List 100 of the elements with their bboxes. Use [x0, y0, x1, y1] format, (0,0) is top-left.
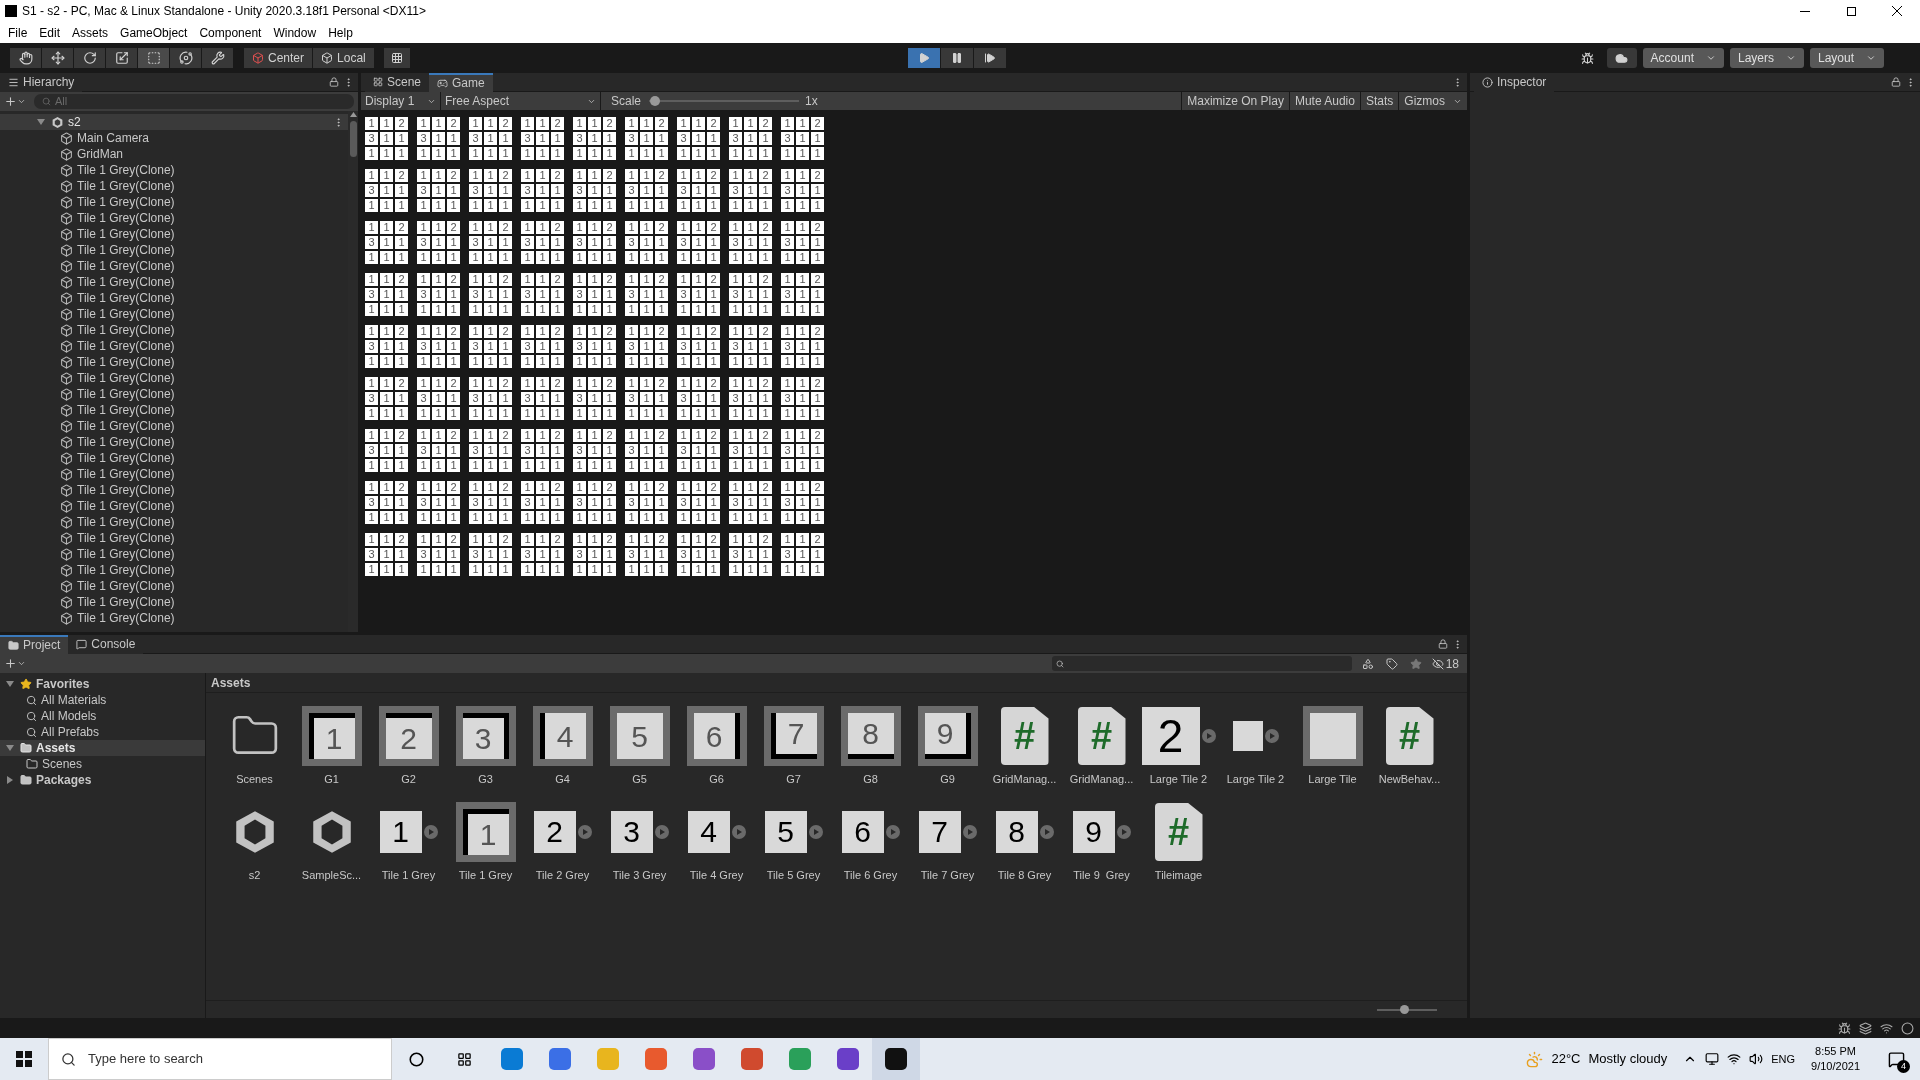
game-toggle-button[interactable]: Stats [1359, 92, 1399, 110]
asset-label[interactable]: Tile 9 Grey [1073, 867, 1130, 884]
asset-label[interactable]: Large Tile 2 [1149, 771, 1208, 788]
hierarchy-item[interactable]: Tile 1 Grey(Clone) [0, 482, 175, 498]
asset-label[interactable]: Large Tile [1308, 771, 1357, 788]
project-tree-item[interactable]: Assets [0, 740, 205, 756]
hierarchy-item[interactable]: Tile 1 Grey(Clone) [0, 450, 175, 466]
hierarchy-item[interactable]: Tile 1 Grey(Clone) [0, 274, 175, 290]
hierarchy-item[interactable]: Tile 1 Grey(Clone) [0, 434, 175, 450]
game-toggle-button[interactable]: Mute Audio [1288, 92, 1360, 110]
asset-label[interactable]: Tile 1 Grey [458, 867, 513, 884]
layout-dropdown[interactable]: Layout [1810, 48, 1885, 68]
account-dropdown[interactable]: Account [1642, 48, 1724, 68]
expanded-caret-icon[interactable] [6, 680, 14, 688]
asset-label[interactable]: G6 [709, 771, 724, 788]
hierarchy-item[interactable]: Tile 1 Grey(Clone) [0, 386, 175, 402]
hierarchy-item[interactable]: Tile 1 Grey(Clone) [0, 418, 175, 434]
hierarchy-item[interactable]: Tile 1 Grey(Clone) [0, 258, 175, 274]
asset-label[interactable]: GridManag... [992, 771, 1057, 788]
hierarchy-item[interactable]: Tile 1 Grey(Clone) [0, 370, 175, 386]
asset-label[interactable]: Tile 2 Grey [535, 867, 590, 884]
cloud-button[interactable] [1606, 48, 1637, 68]
custom-tool-button[interactable] [202, 48, 234, 68]
hierarchy-item[interactable]: Tile 1 Grey(Clone) [0, 194, 175, 210]
asset-label[interactable]: G8 [863, 771, 878, 788]
hierarchy-item[interactable]: Tile 1 Grey(Clone) [0, 354, 175, 370]
expanded-caret-icon[interactable] [37, 118, 45, 126]
menu-item[interactable]: Assets [66, 22, 115, 43]
layers-dropdown[interactable]: Layers [1729, 48, 1804, 68]
hierarchy-item[interactable]: Tile 1 Grey(Clone) [0, 594, 175, 610]
play-button[interactable] [907, 48, 940, 68]
asset-label[interactable]: Scenes [236, 771, 273, 788]
scrollbar-thumb[interactable] [349, 121, 357, 157]
step-button[interactable] [973, 48, 1006, 68]
asset-label[interactable]: s2 [248, 867, 261, 884]
menu-item[interactable]: Edit [33, 22, 67, 43]
hierarchy-item[interactable]: Tile 1 Grey(Clone) [0, 178, 175, 194]
hierarchy-item[interactable]: Tile 1 Grey(Clone) [0, 610, 175, 626]
pivot-local-button[interactable]: Local [313, 48, 374, 68]
scale-slider[interactable] [649, 95, 800, 107]
hierarchy-item[interactable]: GridMan [0, 146, 123, 162]
asset-label[interactable]: Tile 5 Grey [766, 867, 821, 884]
breadcrumb[interactable]: Assets [211, 673, 251, 692]
asset-label[interactable]: NewBehav... [1378, 771, 1441, 788]
hierarchy-item[interactable]: Tile 1 Grey(Clone) [0, 242, 175, 258]
move-tool-button[interactable] [42, 48, 74, 68]
hierarchy-item[interactable]: Tile 1 Grey(Clone) [0, 210, 175, 226]
slider-thumb[interactable] [1400, 1005, 1409, 1014]
rotate-tool-button[interactable] [74, 48, 106, 68]
project-tree-item[interactable]: All Materials [0, 692, 205, 708]
project-tree-item[interactable]: Packages [0, 772, 205, 788]
hierarchy-item[interactable]: Tile 1 Grey(Clone) [0, 562, 175, 578]
scale-tool-button[interactable] [106, 48, 138, 68]
scene-row[interactable]: s2 [0, 114, 348, 130]
asset-label[interactable]: Tile 8 Grey [997, 867, 1052, 884]
hierarchy-item[interactable]: Tile 1 Grey(Clone) [0, 402, 175, 418]
asset-label[interactable]: SampleSc... [301, 867, 362, 884]
asset-label[interactable]: G7 [786, 771, 801, 788]
menu-item[interactable]: GameObject [114, 22, 194, 43]
project-tree-item[interactable]: Favorites [0, 676, 205, 692]
project-tree-item[interactable]: Scenes [0, 756, 205, 772]
clock-time[interactable]: 8:55 PM [1815, 1044, 1856, 1059]
project-tree-item[interactable]: All Models [0, 708, 205, 724]
search-field[interactable] [1051, 656, 1352, 671]
pivot-center-button[interactable]: Center [244, 48, 313, 68]
clock-date[interactable]: 9/10/2021 [1811, 1059, 1860, 1074]
asset-label[interactable]: G3 [478, 771, 493, 788]
scroll-up-arrow-icon[interactable] [349, 112, 357, 117]
asset-label[interactable]: G9 [940, 771, 955, 788]
language-indicator[interactable]: ENG [1771, 1050, 1796, 1068]
icon-size-slider[interactable] [1377, 1004, 1437, 1015]
hierarchy-item[interactable]: Tile 1 Grey(Clone) [0, 290, 175, 306]
hierarchy-item[interactable]: Tile 1 Grey(Clone) [0, 546, 175, 562]
taskbar-app-button[interactable] [872, 1038, 920, 1080]
hidden-packages-button[interactable]: 18 [1427, 654, 1463, 673]
hierarchy-item[interactable]: Tile 1 Grey(Clone) [0, 530, 175, 546]
pause-button[interactable] [940, 48, 973, 68]
hierarchy-item[interactable]: Tile 1 Grey(Clone) [0, 578, 175, 594]
display-dropdown[interactable]: Display 1 [361, 92, 441, 110]
asset-label[interactable]: Tileimage [1154, 867, 1203, 884]
asset-label[interactable]: Tile 3 Grey [612, 867, 667, 884]
hierarchy-item[interactable]: Tile 1 Grey(Clone) [0, 338, 175, 354]
rect-tool-button[interactable] [138, 48, 170, 68]
menu-item[interactable]: Help [322, 22, 359, 43]
asset-label[interactable]: Tile 1 Grey [381, 867, 436, 884]
weather-text[interactable]: Mostly cloudy [1588, 1049, 1668, 1069]
hierarchy-item[interactable]: Tile 1 Grey(Clone) [0, 466, 175, 482]
hierarchy-item[interactable]: Tile 1 Grey(Clone) [0, 162, 175, 178]
aspect-dropdown[interactable]: Free Aspect [441, 92, 601, 110]
asset-label[interactable]: G4 [555, 771, 570, 788]
asset-label[interactable]: Tile 4 Grey [689, 867, 744, 884]
hierarchy-item[interactable]: Tile 1 Grey(Clone) [0, 306, 175, 322]
add-button[interactable] [4, 657, 26, 670]
add-button[interactable] [4, 95, 26, 108]
hierarchy-item[interactable]: Tile 1 Grey(Clone) [0, 514, 175, 530]
bottom-panel-tab[interactable]: Project [0, 634, 69, 654]
hierarchy-item[interactable]: Tile 1 Grey(Clone) [0, 322, 175, 338]
transform-tool-button[interactable] [170, 48, 202, 68]
expanded-caret-icon[interactable] [6, 744, 14, 752]
hierarchy-item[interactable]: Main Camera [0, 130, 150, 146]
